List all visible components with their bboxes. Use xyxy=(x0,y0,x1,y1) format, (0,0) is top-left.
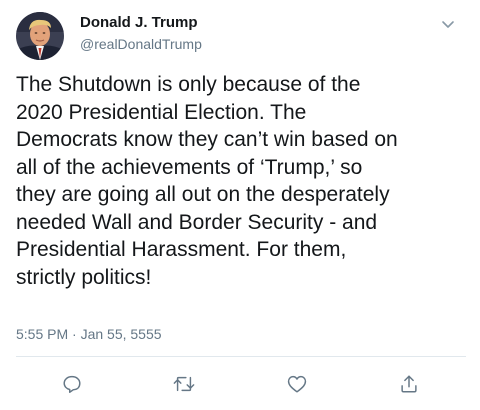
profile-photo xyxy=(16,12,64,60)
avatar[interactable] xyxy=(16,12,64,60)
tweet-card: Donald J. Trump @realDonaldTrump The Shu… xyxy=(0,0,480,410)
tweet-text-line: The Shutdown is only because of the xyxy=(16,73,361,96)
divider xyxy=(16,356,466,357)
chevron-down-icon xyxy=(442,21,454,28)
reply-icon xyxy=(63,375,81,393)
tweet-text-line: they are going all out on the desperatel… xyxy=(16,183,390,206)
tweet-text-line: Democrats know they can’t win based on xyxy=(16,128,398,151)
like-button[interactable] xyxy=(283,370,311,398)
author-name[interactable]: Donald J. Trump xyxy=(80,14,198,31)
tweet-timestamp[interactable]: 5:55 PM · Jan 55, 5555 xyxy=(16,326,162,342)
retweet-icon xyxy=(173,376,195,392)
share-icon xyxy=(401,375,417,393)
retweet-button[interactable] xyxy=(170,370,198,398)
tweet-text-line: strictly politics! xyxy=(16,265,152,289)
tweet-text-line: all of the achievements of ‘Trump,’ so xyxy=(16,155,363,179)
reply-button[interactable] xyxy=(58,370,86,398)
author-handle[interactable]: @realDonaldTrump xyxy=(80,36,202,52)
tweet-text: The Shutdown is only because of the 2020… xyxy=(16,71,468,291)
tweet-text-line: 2020 Presidential Election. The xyxy=(16,100,307,124)
like-icon xyxy=(287,375,307,393)
share-button[interactable] xyxy=(395,370,423,398)
tweet-menu-button[interactable] xyxy=(436,12,460,36)
tweet-actions-bar xyxy=(0,366,480,402)
tweet-text-line: needed Wall and Border Security - and xyxy=(16,210,378,234)
tweet-text-line: Presidential Harassment. For them, xyxy=(16,238,347,261)
